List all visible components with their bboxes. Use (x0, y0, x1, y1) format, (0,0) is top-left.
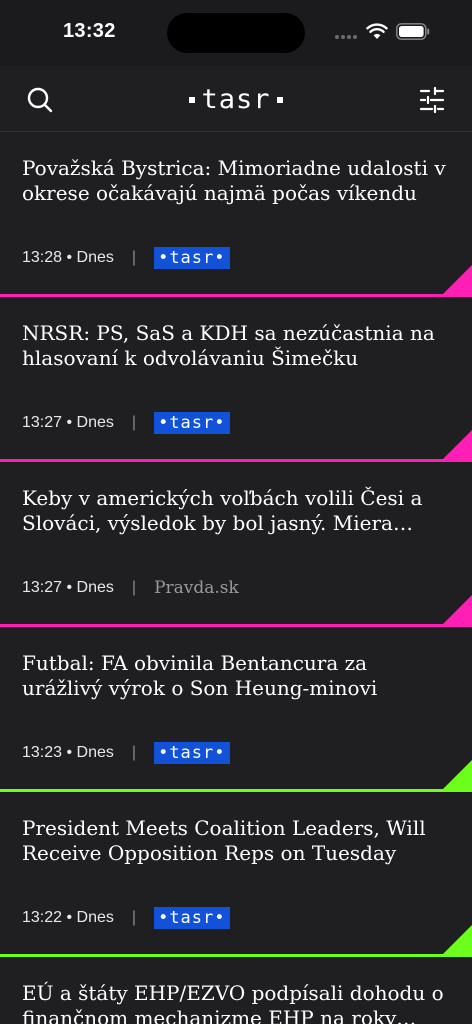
article-day: Dnes (76, 744, 114, 761)
accent-corner (440, 595, 472, 627)
accent-corner (440, 925, 472, 957)
article-title[interactable]: Keby v amerických voľbách volili Česi a … (22, 486, 452, 536)
filter-settings-icon[interactable] (418, 86, 446, 114)
accent-corner (440, 265, 472, 297)
article-day: Dnes (76, 909, 114, 926)
source-badge-tasr: •tasr• (154, 247, 230, 269)
article-day: Dnes (76, 249, 114, 266)
article-meta: 13:22 • Dnes | •tasr• (22, 906, 230, 930)
news-card[interactable]: President Meets Coalition Leaders, Will … (0, 792, 472, 957)
news-card[interactable]: EÚ a štáty EHP/EZVO podpísali dohodu o f… (0, 957, 472, 1024)
dynamic-island (167, 13, 305, 53)
article-day: Dnes (76, 579, 114, 596)
app-header: tasr (0, 66, 472, 132)
article-meta: 13:23 • Dnes | •tasr• (22, 741, 230, 765)
wifi-icon (366, 23, 388, 39)
tasr-logo[interactable]: tasr (170, 80, 302, 120)
article-title[interactable]: EÚ a štáty EHP/EZVO podpísali dohodu o f… (22, 981, 452, 1024)
article-time: 13:23 (22, 744, 63, 761)
article-title[interactable]: Futbal: FA obvinila Bentancura za urážli… (22, 651, 452, 701)
accent-corner (440, 760, 472, 792)
source-badge-tasr: •tasr• (154, 412, 230, 434)
search-icon[interactable] (26, 86, 54, 114)
source-badge-tasr: •tasr• (154, 742, 230, 764)
article-title[interactable]: Považská Bystrica: Mimoriadne udalosti v… (22, 156, 452, 206)
news-card[interactable]: NRSR: PS, SaS a KDH sa nezúčastnia na hl… (0, 297, 472, 462)
article-time: 13:27 (22, 414, 63, 431)
cellular-signal-icon (335, 35, 359, 39)
article-day: Dnes (76, 414, 114, 431)
source-badge-tasr: •tasr• (154, 907, 230, 929)
status-bar: 13:32 (0, 0, 472, 66)
source-name: Pravda.sk (154, 578, 239, 598)
news-card[interactable]: Keby v amerických voľbách volili Česi a … (0, 462, 472, 627)
battery-icon (396, 23, 430, 40)
article-time: 13:28 (22, 249, 63, 266)
article-title[interactable]: NRSR: PS, SaS a KDH sa nezúčastnia na hl… (22, 321, 452, 371)
article-time: 13:22 (22, 909, 63, 926)
article-meta: 13:27 • Dnes | Pravda.sk (22, 578, 239, 598)
news-feed: Považská Bystrica: Mimoriadne udalosti v… (0, 132, 472, 1024)
article-time: 13:27 (22, 579, 63, 596)
article-title[interactable]: President Meets Coalition Leaders, Will … (22, 816, 452, 866)
news-card[interactable]: Futbal: FA obvinila Bentancura za urážli… (0, 627, 472, 792)
article-meta: 13:28 • Dnes | •tasr• (22, 246, 230, 270)
status-time: 13:32 (63, 20, 116, 42)
accent-corner (440, 430, 472, 462)
article-meta: 13:27 • Dnes | •tasr• (22, 411, 230, 435)
news-card[interactable]: Považská Bystrica: Mimoriadne udalosti v… (0, 132, 472, 297)
